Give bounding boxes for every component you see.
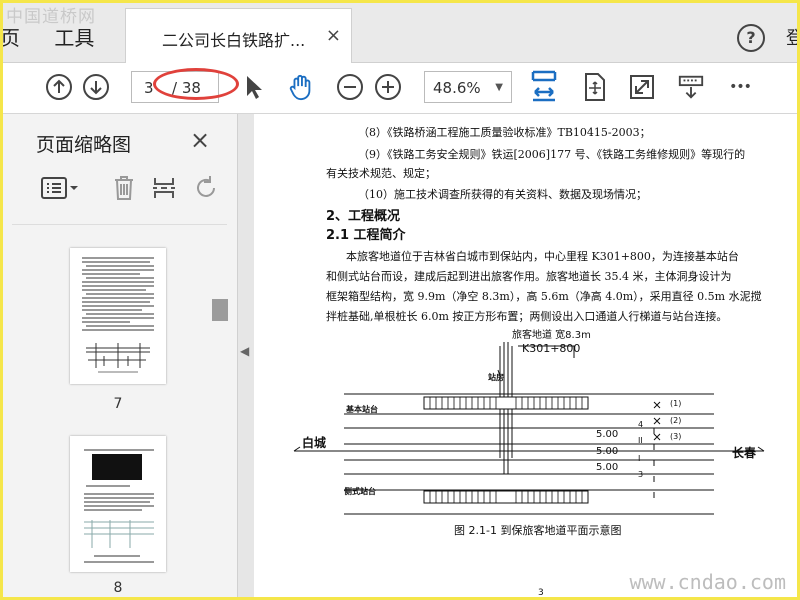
scrollbar-thumb[interactable]: [212, 299, 228, 321]
select-cursor-icon[interactable]: [240, 73, 268, 101]
tab-home[interactable]: 页: [0, 26, 20, 50]
thumbnail-page-8[interactable]: [70, 436, 166, 572]
thumbnail-8-preview: [84, 449, 154, 563]
diagram-label-km: K301+800: [522, 342, 581, 355]
tab-bar: 页 工具 二公司长白铁路扩... × ? 登: [0, 0, 800, 64]
thumbnail-7-preview: [82, 257, 154, 373]
page-up-icon[interactable]: [45, 73, 73, 101]
insert-page-icon[interactable]: [150, 174, 178, 202]
full-screen-icon[interactable]: [628, 73, 656, 101]
delete-page-icon[interactable]: [110, 174, 138, 202]
diagram-distance-3: 5.00: [596, 462, 619, 473]
document-page: （8）《铁路桥涵工程施工质量验收标准》TB10415-2003； （9）《铁路工…: [254, 114, 800, 600]
zoom-out-icon[interactable]: [336, 73, 364, 101]
fit-width-icon[interactable]: [530, 70, 558, 102]
diagram-label-basic-platform: 基本站台: [346, 405, 378, 414]
diagram-roman-1: 4: [638, 420, 644, 429]
watermark-bottom: www.cndao.com: [629, 570, 786, 594]
document-tab-title: 二公司长白铁路扩...: [162, 31, 306, 50]
rotate-icon[interactable]: [192, 174, 220, 202]
zoom-value: 48.6%: [433, 79, 481, 97]
sidebar-close-icon[interactable]: ×: [190, 126, 210, 154]
hand-tool-icon[interactable]: [287, 73, 315, 101]
sidebar-divider: [12, 224, 227, 225]
annotation-circle: [153, 68, 239, 100]
diagram-label-baicheng: 白城: [302, 436, 327, 450]
zoom-in-icon[interactable]: [374, 73, 402, 101]
diagram-distance-1: 5.00: [596, 429, 619, 440]
chevron-down-icon: ▼: [495, 82, 503, 93]
close-tab-icon[interactable]: ×: [326, 25, 341, 46]
zoom-select[interactable]: 48.6% ▼: [424, 71, 512, 103]
diagram-track-1: (1): [670, 399, 682, 408]
page-down-icon[interactable]: [82, 73, 110, 101]
watermark-top: 中国道桥网: [6, 7, 96, 27]
thumbnail-label-7: 7: [113, 396, 123, 412]
login-button[interactable]: 登: [786, 24, 800, 50]
diagram-roman-4: 3: [638, 470, 644, 479]
fit-page-icon[interactable]: [580, 73, 608, 101]
diagram-roman-3: I: [638, 454, 641, 463]
sidebar-scrollbar[interactable]: [210, 249, 228, 589]
more-icon[interactable]: •••: [726, 73, 754, 101]
current-page: 3: [144, 79, 154, 97]
tab-tools[interactable]: 工具: [54, 26, 94, 50]
sidebar-tools: [36, 174, 226, 206]
document-view[interactable]: （8）《铁路桥涵工程施工质量验收标准》TB10415-2003； （9）《铁路工…: [238, 114, 800, 600]
diagram-caption: 图 2.1-1 到保旅客地道平面示意图: [454, 524, 622, 537]
scroll-mode-icon[interactable]: [677, 73, 705, 101]
collapse-sidebar-icon[interactable]: ◀: [240, 344, 249, 358]
toolbar: 3 / 38 48.6% ▼ •••: [0, 63, 800, 114]
diagram-distance-2: 5.00: [596, 446, 619, 457]
diagram-roman-2: II: [638, 436, 643, 445]
sidebar-title: 页面缩略图: [36, 134, 132, 156]
diagram-label-station: 站房: [488, 373, 504, 382]
diagram-label-top: 旅客地道 宽8.3m: [512, 330, 591, 341]
diagram-track-2: (2): [670, 416, 682, 425]
page-number: 3: [538, 588, 544, 598]
thumbnail-label-8: 8: [113, 580, 123, 596]
document-tab[interactable]: 二公司长白铁路扩... ×: [125, 8, 352, 64]
thumbnail-page-7[interactable]: [70, 248, 166, 384]
options-menu-icon[interactable]: [40, 174, 80, 202]
help-icon[interactable]: ?: [737, 24, 765, 52]
diagram-track-3: (3): [670, 432, 682, 441]
diagram-label-changchun: 长春: [732, 446, 757, 460]
thumbnail-sidebar: 页面缩略图 × 7 8: [0, 114, 238, 600]
diagram-label-side-platform: 侧式站台: [344, 487, 376, 496]
